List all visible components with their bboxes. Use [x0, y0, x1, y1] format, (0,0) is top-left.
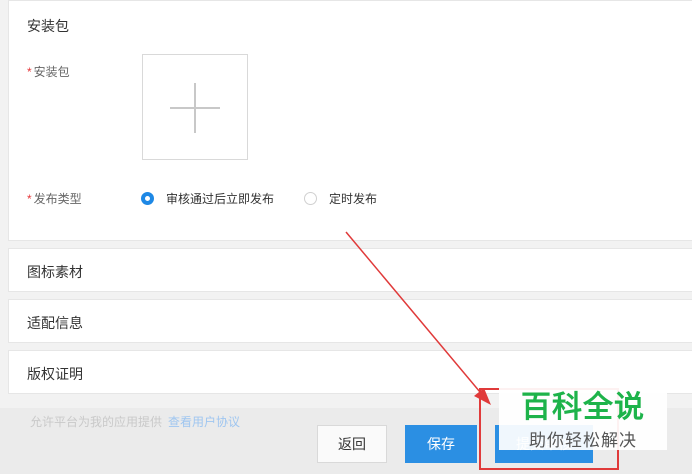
section-icon-assets[interactable]: 图标素材	[8, 248, 692, 292]
package-label-text: 安装包	[33, 65, 70, 79]
radio-release-immediately[interactable]: 审核通过后立即发布	[141, 190, 274, 207]
agreement-link[interactable]: 查看用户协议	[168, 415, 240, 429]
section-title-adaptation: 适配信息	[27, 315, 83, 331]
section-adaptation-info[interactable]: 适配信息	[8, 299, 692, 343]
package-panel: 安装包 * 安装包 * 发布类型 审核通过后立即发布 定时发布	[8, 0, 692, 241]
release-type-label-text: 发布类型	[33, 192, 82, 206]
watermark-subtitle: 助你轻松解决	[529, 431, 637, 450]
agreement-text: 允许平台为我的应用提供 查看用户协议	[30, 413, 240, 430]
radio-release-scheduled[interactable]: 定时发布	[304, 190, 377, 207]
package-field-label: * 安装包	[27, 63, 70, 80]
section-title-package: 安装包	[27, 18, 69, 34]
plus-icon-vertical	[194, 83, 196, 133]
watermark-logo: 百科全说 助你轻松解决	[499, 380, 667, 450]
save-button[interactable]: 保存	[405, 425, 477, 463]
radio-unchecked-icon	[304, 192, 317, 205]
section-title-icon-assets: 图标素材	[27, 264, 83, 280]
required-mark: *	[27, 65, 32, 79]
section-title-copyright: 版权证明	[27, 366, 83, 382]
radio-label-scheduled: 定时发布	[329, 192, 378, 206]
package-upload-box[interactable]	[142, 54, 248, 160]
release-type-label: * 发布类型	[27, 190, 82, 207]
radio-label-immediately: 审核通过后立即发布	[166, 192, 275, 206]
radio-checked-icon	[141, 192, 154, 205]
back-button[interactable]: 返回	[317, 425, 387, 463]
watermark-title: 百科全说	[521, 391, 645, 424]
agreement-label: 允许平台为我的应用提供	[30, 415, 163, 429]
required-mark: *	[27, 192, 32, 206]
